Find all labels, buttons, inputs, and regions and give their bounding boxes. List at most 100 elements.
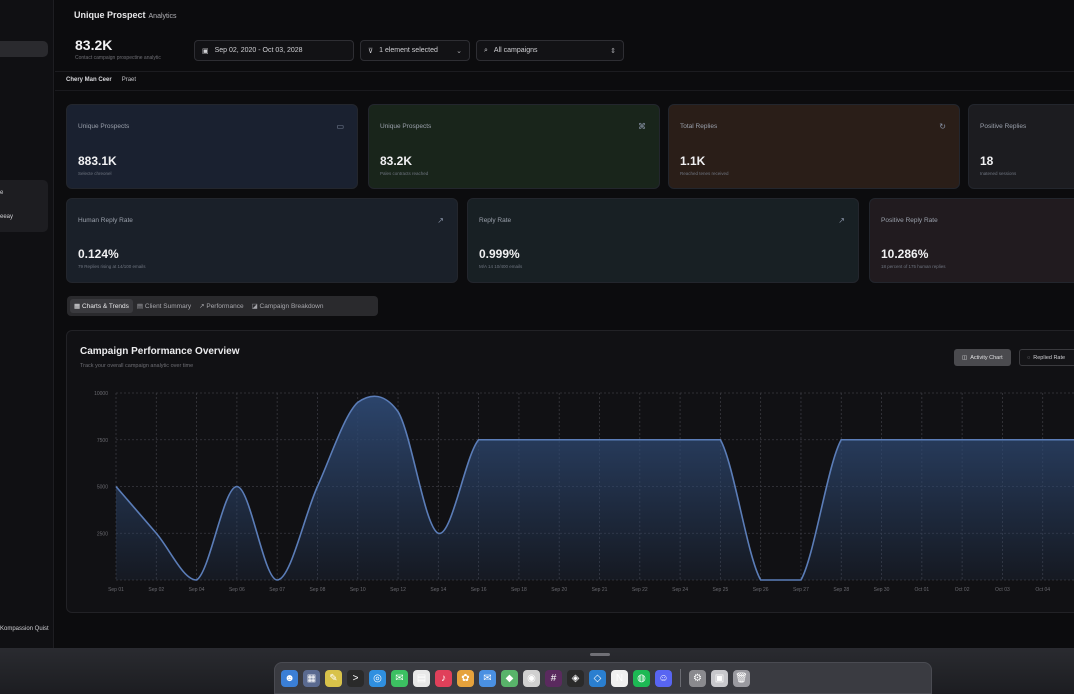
dock-vscode-icon[interactable]: ◇ [589, 669, 606, 687]
x-tick-label: Sep 26 [753, 587, 769, 593]
x-tick-label: Sep 07 [269, 587, 285, 593]
dock-discord-icon[interactable]: ☺ [655, 669, 672, 687]
x-tick-label: Sep 14 [430, 587, 446, 593]
x-tick-label: Oct 02 [955, 587, 970, 593]
dock-figma-icon[interactable]: ◈ [567, 669, 584, 687]
dock-slack-icon[interactable]: # [545, 669, 562, 687]
dock-launchpad-icon[interactable]: ▦ [303, 669, 320, 687]
x-tick-label: Sep 20 [551, 587, 567, 593]
x-tick-label: Sep 02 [148, 587, 164, 593]
page-title-main: Unique Prospect [74, 10, 146, 20]
dock-trash-icon[interactable]: 🗑 [733, 669, 750, 687]
y-tick-label: 5000 [97, 485, 108, 491]
search-icon: ⌕ [484, 46, 488, 54]
metric-card[interactable]: Unique Prospects 883.1K Selecte chreonel… [66, 104, 358, 189]
rate-value: 10.286% [881, 247, 929, 261]
metric-card[interactable]: Positive Replies 18 Inatened sessions [968, 104, 1074, 189]
top-tab-2[interactable]: Praet [122, 77, 136, 83]
page-title-sub: Analytics [148, 13, 177, 20]
x-tick-label: Sep 12 [390, 587, 406, 593]
dock-calendar-icon[interactable]: ▤ [413, 669, 430, 687]
y-tick-label: 7500 [97, 438, 108, 444]
rate-value: 0.999% [479, 247, 520, 261]
inbox-icon: ▭ [336, 122, 344, 131]
x-tick-label: Sep 27 [793, 587, 809, 593]
metric-value: 83.2K [380, 154, 413, 168]
y-tick-label: 10000 [94, 391, 108, 397]
dock-maps-icon[interactable]: ◆ [501, 669, 518, 687]
metric-caption: Inatened sessions [980, 171, 1017, 176]
dock-mail-icon[interactable]: ✉ [479, 669, 496, 687]
date-range-picker[interactable]: ▣ Sep 02, 2020 - Oct 03, 2028 [194, 40, 354, 61]
selection-dropdown[interactable]: ⊽ 1 element selected ⌄ [360, 40, 470, 61]
rate-caption: 18 percent of 175 human replies [881, 264, 946, 269]
x-tick-label: Sep 22 [632, 587, 648, 593]
dock-settings-icon[interactable]: ⚙ [689, 669, 706, 687]
dock-spotify-icon[interactable]: ◍ [633, 669, 650, 687]
metric-caption: Selecte chreonel [78, 171, 112, 176]
selection-value: 1 element selected [379, 47, 438, 54]
prospect-count-caption: Contact campaign prospectine analytic [75, 55, 161, 61]
dock-messages-icon[interactable]: ✉ [391, 669, 408, 687]
tab-client-summary[interactable]: ▤ Client Summary [133, 299, 195, 313]
calendar-icon: ▣ [202, 47, 209, 55]
dock-handle[interactable] [590, 653, 610, 656]
metric-card[interactable]: Unique Prospects 83.2K Pales contracts r… [368, 104, 660, 189]
top-tab-1[interactable]: Chery Man Ceer [66, 77, 112, 83]
metric-label: Positive Replies [980, 123, 1027, 130]
sidebar-item-active[interactable] [0, 41, 48, 57]
x-tick-label: Sep 21 [592, 587, 608, 593]
chevron-updown-icon: ⇕ [610, 47, 616, 55]
x-tick-label: Oct 01 [914, 587, 929, 593]
sidebar-footer[interactable]: Kompassion Quist [0, 626, 49, 632]
x-tick-label: Sep 10 [350, 587, 366, 593]
dock-preview-icon[interactable]: ▣ [711, 669, 728, 687]
sidebar: e eeay Kompassion Quist e [0, 0, 54, 670]
dock-terminal-icon[interactable]: > [347, 669, 364, 687]
tab-performance[interactable]: ↗ Performance [195, 299, 247, 313]
x-tick-label: Sep 01 [108, 587, 124, 593]
dock-music-icon[interactable]: ♪ [435, 669, 452, 687]
rate-caption: 79 Replies rising at 14/100 emails [78, 264, 146, 269]
rate-card[interactable]: Human Reply Rate 0.124% 79 Replies risin… [66, 198, 458, 283]
dock-separator [680, 669, 681, 687]
x-tick-label: Sep 06 [229, 587, 245, 593]
rate-card[interactable]: Positive Reply Rate 10.286% 18 percent o… [869, 198, 1074, 283]
dock-notes-icon[interactable]: ✎ [325, 669, 342, 687]
dock-notion-icon[interactable]: N [611, 669, 628, 687]
dock-safari-icon[interactable]: ◎ [369, 669, 386, 687]
sidebar-item-group[interactable] [0, 180, 48, 232]
metric-card[interactable]: Total Replies 1.1K Reached tenes receive… [668, 104, 960, 189]
x-tick-label: Sep 24 [672, 587, 688, 593]
performance-chart: 2500 5000 7500 10000 Sep 01 Sep 02 Sep 04 Sep 0… [94, 391, 1074, 593]
divider [55, 90, 1074, 91]
rate-card[interactable]: Reply Rate 0.999% M/A 14 10/400 emails ↗ [467, 198, 859, 283]
x-tick-label: Oct 03 [995, 587, 1010, 593]
rate-label: Reply Rate [479, 217, 512, 224]
sidebar-label-2[interactable]: eeay [0, 214, 13, 220]
rate-caption: M/A 14 10/400 emails [479, 264, 523, 269]
metric-label: Unique Prospects [380, 123, 432, 130]
campaign-select-value: All campaigns [493, 47, 538, 54]
metric-label: Unique Prospects [78, 123, 130, 130]
metric-value: 883.1K [78, 154, 117, 168]
trend-up-icon: ↗ [838, 216, 845, 225]
date-range-value: Sep 02, 2020 - Oct 03, 2028 [214, 47, 303, 54]
tab-charts-trends[interactable]: ▦ Charts & Trends [70, 299, 133, 313]
refresh-icon: ↻ [939, 122, 946, 131]
dock-photos-icon[interactable]: ✿ [457, 669, 474, 687]
dock-finder-icon[interactable]: ☻ [281, 669, 298, 687]
tab-campaign-breakdown[interactable]: ◪ Campaign Breakdown [248, 299, 328, 313]
area-fill [116, 396, 1074, 580]
x-tick-label: Sep 30 [874, 587, 890, 593]
metric-caption: Pales contracts reached [380, 171, 429, 176]
rate-label: Positive Reply Rate [881, 217, 938, 224]
chevron-down-icon: ⌄ [456, 47, 462, 55]
sidebar-label-1[interactable]: e [0, 190, 3, 196]
x-tick-label: Sep 08 [310, 587, 326, 593]
rate-value: 0.124% [78, 247, 119, 261]
campaign-select[interactable]: ⌕ All campaigns ⇕ [476, 40, 624, 61]
rate-label: Human Reply Rate [78, 217, 133, 224]
dock-chrome-icon[interactable]: ◉ [523, 669, 540, 687]
main-area: Unique Prospect Analytics 83.2K Contact c… [55, 0, 1074, 648]
